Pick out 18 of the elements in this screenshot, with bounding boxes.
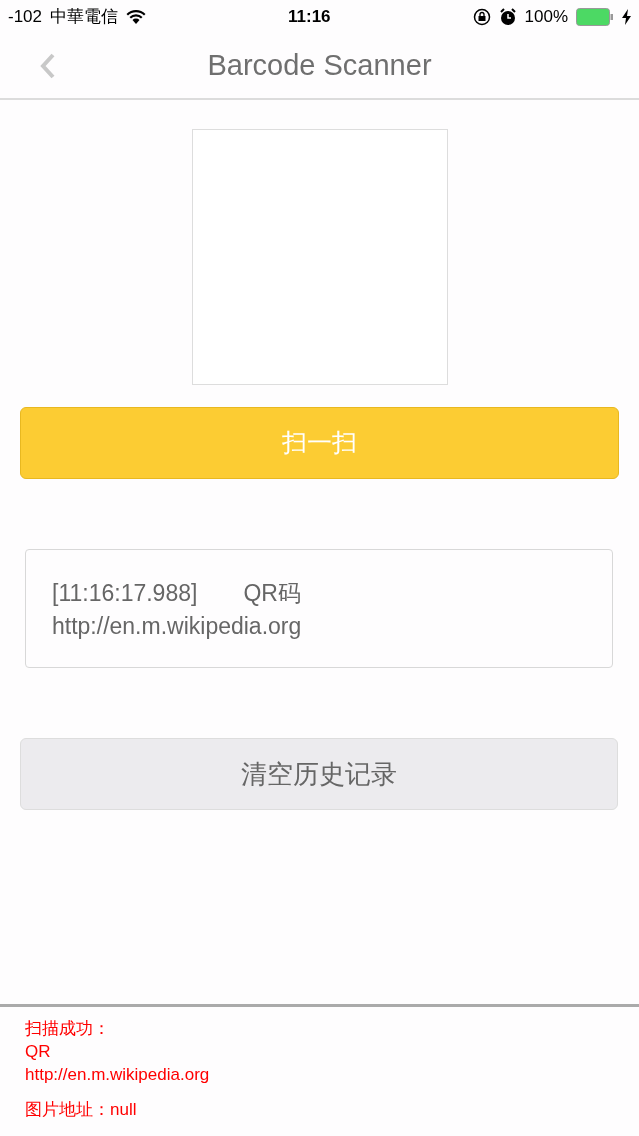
wifi-icon — [126, 9, 147, 24]
code-type: QR码 — [243, 579, 301, 608]
rotation-lock-icon — [472, 7, 491, 26]
log-line: QR — [25, 1041, 52, 1063]
log-line: http://en.m.wikipedia.org — [25, 1064, 211, 1086]
clock-time: 11:16 — [288, 5, 331, 28]
battery-icon — [576, 7, 614, 26]
page-title: Barcode Scanner — [207, 47, 432, 83]
battery-percent: 100% — [524, 5, 568, 28]
clear-history-button[interactable]: 清空历史记录 — [20, 738, 618, 810]
log-line: 扫描成功： — [25, 1018, 111, 1040]
carrier-name: 中華電信 — [50, 5, 119, 28]
alarm-icon — [498, 7, 517, 26]
scan-result: http://en.m.wikipedia.org — [52, 612, 303, 641]
log-line: 图片地址：null — [25, 1099, 138, 1121]
signal-strength: -102 — [8, 5, 43, 28]
scan-time: [11:16:17.988] — [52, 579, 198, 608]
charging-icon — [622, 8, 631, 25]
